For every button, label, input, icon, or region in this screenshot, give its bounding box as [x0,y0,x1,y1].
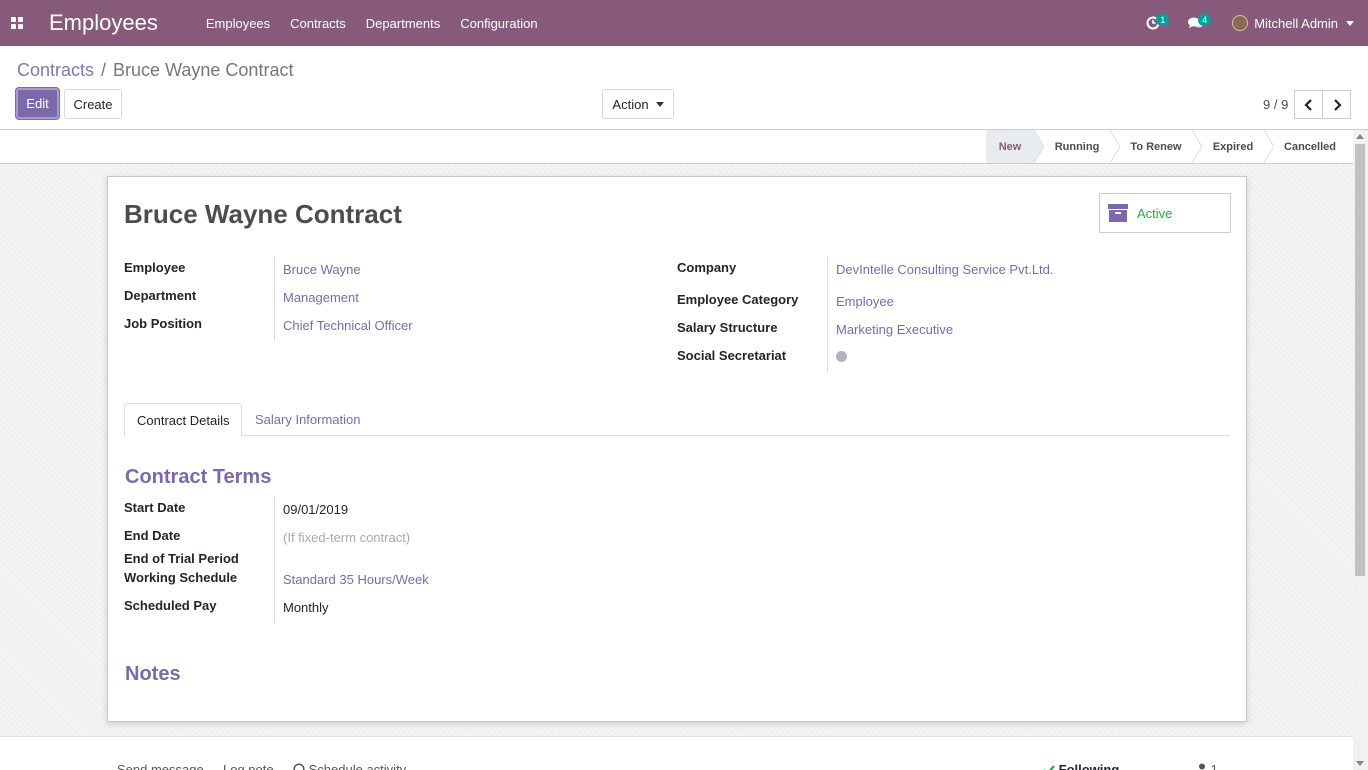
edit-button[interactable]: Edit [16,88,59,119]
action-label: Action [612,96,649,112]
field-divider [274,257,275,341]
action-dropdown[interactable]: Action [602,89,674,119]
activity-count-badge: 1 [1156,14,1170,26]
main-menu: Employees Contracts Departments Configur… [206,16,558,31]
pager-value[interactable]: 9 / 9 [1263,97,1288,112]
create-button[interactable]: Create [64,89,122,119]
top-navbar: Employees Employees Contracts Department… [0,0,1368,46]
stage-arrow-separator [1264,130,1274,163]
scroll-down-icon[interactable] [1356,761,1364,766]
menu-employees[interactable]: Employees [206,16,270,31]
control-panel: Contracts / Bruce Wayne Contract Edit Cr… [0,46,1368,130]
breadcrumb-current: Bruce Wayne Contract [113,60,294,80]
chevron-left-icon [1303,98,1312,111]
end-date-label: End Date [124,528,181,543]
chatter-bar: Send message Log note Schedule activity … [0,736,1353,770]
user-menu[interactable]: Mitchell Admin [1232,15,1354,31]
stage-new[interactable]: New [986,130,1034,163]
working-schedule-label: Working Schedule [124,570,238,585]
app-title[interactable]: Employees [49,10,158,36]
clock-icon [293,763,305,770]
breadcrumb: Contracts / Bruce Wayne Contract [17,60,293,81]
contract-terms-heading: Contract Terms [125,466,272,488]
employee-category-value[interactable]: Employee [836,294,894,309]
scheduled-pay-value[interactable]: Monthly [283,600,329,615]
messages-button[interactable]: 4 [1188,0,1212,46]
form-sheet: Bruce Wayne Contract Active Employee Dep… [107,176,1247,722]
check-icon [1044,765,1055,770]
breadcrumb-separator: / [101,60,107,80]
notebook-tabs: Contract Details Salary Information [124,403,1230,437]
apps-menu-icon[interactable] [0,0,34,46]
breadcrumb-contracts-link[interactable]: Contracts [17,60,94,81]
employee-label: Employee [124,260,186,275]
schedule-activity-label: Schedule activity [308,762,407,770]
menu-contracts[interactable]: Contracts [290,16,346,31]
social-secretariat-status-dot[interactable] [836,351,847,362]
employee-value[interactable]: Bruce Wayne [283,262,361,277]
field-divider [827,257,828,373]
company-value[interactable]: DevIntelle Consulting Service Pvt.Ltd. [836,262,1054,277]
stage-cancelled[interactable]: Cancelled [1274,130,1346,163]
scrollbar-thumb[interactable] [1355,144,1365,576]
scroll-up-icon[interactable] [1356,134,1364,139]
tab-contract-details[interactable]: Contract Details [124,403,243,437]
activity-button[interactable]: 1 [1146,0,1170,46]
stage-arrow-separator [1034,130,1044,163]
message-count-badge: 4 [1198,14,1212,26]
notes-heading: Notes [125,663,181,685]
job-position-value[interactable]: Chief Technical Officer [283,318,413,333]
record-title: Bruce Wayne Contract [124,199,402,229]
stage-expired[interactable]: Expired [1202,130,1264,163]
followers-count: 1 [1210,762,1218,770]
start-date-label: Start Date [124,500,186,515]
tab-salary-information[interactable]: Salary Information [243,403,373,436]
pager-previous-button[interactable] [1294,90,1323,119]
active-status-label: Active [1137,205,1173,221]
field-divider [274,497,275,623]
company-label: Company [677,260,737,275]
stage-arrow-separator [1192,130,1202,163]
menu-departments[interactable]: Departments [366,16,440,31]
log-note-button[interactable]: Log note [223,762,274,770]
stage-arrow-separator [1110,130,1120,163]
chevron-right-icon [1333,98,1342,111]
employee-category-label: Employee Category [677,292,799,307]
end-date-field[interactable]: (If fixed-term contract) [283,530,410,545]
schedule-activity-button[interactable]: Schedule activity [293,762,406,770]
user-name: Mitchell Admin [1254,15,1338,31]
working-schedule-value[interactable]: Standard 35 Hours/Week [283,572,429,587]
department-label: Department [124,288,197,303]
department-value[interactable]: Management [283,290,359,305]
following-label: Following [1058,762,1120,770]
end-of-trial-label: End of Trial Period [124,551,239,566]
systray: 1 4 Mitchell Admin [1146,0,1368,46]
active-toggle-button[interactable]: Active [1099,193,1231,233]
social-secretariat-label: Social Secretariat [677,348,787,363]
vertical-scrollbar[interactable] [1353,130,1368,770]
chevron-down-icon [1346,20,1354,26]
status-bar: New Running To Renew Expired Cancelled [0,130,1353,164]
pager-next-button[interactable] [1322,90,1351,119]
following-button[interactable]: Following [1043,762,1119,770]
followers-button[interactable]: 1 [1197,762,1218,770]
chevron-down-icon [655,101,664,107]
send-message-button[interactable]: Send message [117,762,204,770]
job-position-label: Job Position [124,316,202,331]
menu-configuration[interactable]: Configuration [460,16,537,31]
salary-structure-value[interactable]: Marketing Executive [836,322,953,337]
scheduled-pay-label: Scheduled Pay [124,598,217,613]
stage-running[interactable]: Running [1044,130,1110,163]
salary-structure-label: Salary Structure [677,320,778,335]
user-icon [1199,763,1205,770]
stage-to-renew[interactable]: To Renew [1120,130,1192,163]
archive-icon [1108,204,1128,222]
start-date-value[interactable]: 09/01/2019 [283,502,348,517]
avatar [1232,15,1249,31]
